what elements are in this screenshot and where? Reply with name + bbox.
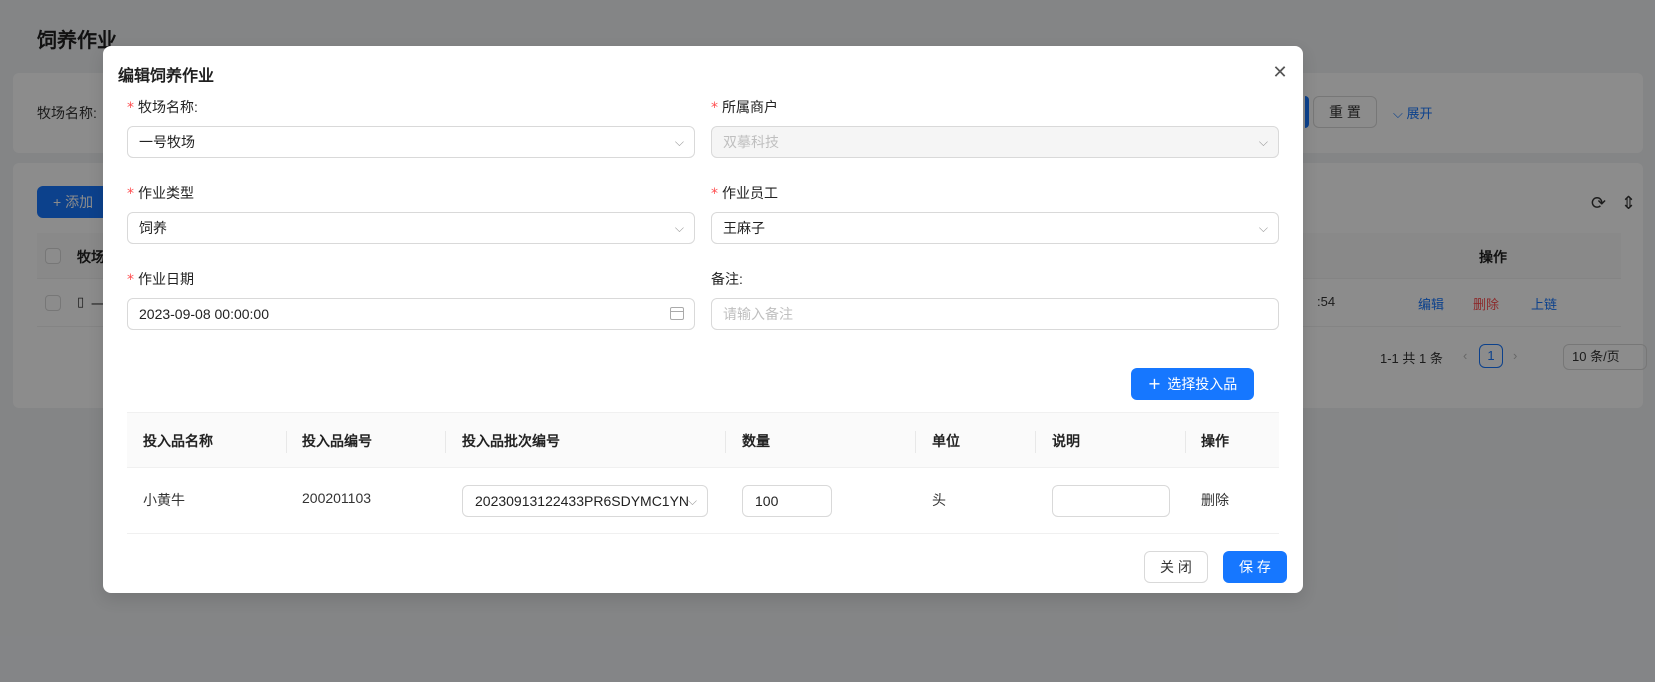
farm-name-field: * 牧场名称: 一号牧场 ⌵ xyxy=(127,96,695,158)
row-delete-link[interactable]: 删除 xyxy=(1201,490,1229,510)
table-row: 小黄牛 200201103 20230913122433PR6SDYMC1YN … xyxy=(127,468,1279,534)
work-type-field: * 作业类型 饲养 ⌵ xyxy=(127,182,695,244)
remark-label: 备注: xyxy=(711,271,743,287)
chevron-down-icon: ⌵ xyxy=(1258,221,1268,235)
batch-select[interactable]: 20230913122433PR6SDYMC1YN ⌵ xyxy=(462,485,708,517)
chevron-down-icon: ⌵ xyxy=(674,135,684,149)
select-inputs-button[interactable]: + 选择投入品 xyxy=(1131,368,1254,400)
worker-field: * 作业员工 王麻子 ⌵ xyxy=(711,182,1279,244)
col-quantity: 数量 xyxy=(742,433,770,449)
remark-placeholder: 请输入备注 xyxy=(723,306,793,322)
chevron-down-icon: ⌵ xyxy=(1258,135,1268,149)
worker-value: 王麻子 xyxy=(723,220,765,236)
input-code: 200201103 xyxy=(302,490,372,506)
remark-field: 备注: 请输入备注 xyxy=(711,268,1279,330)
chevron-down-icon: ⌵ xyxy=(674,221,684,235)
col-input-name: 投入品名称 xyxy=(143,433,213,449)
col-input-code: 投入品编号 xyxy=(302,433,372,449)
merchant-label: * 所属商户 xyxy=(711,99,778,116)
input-unit: 头 xyxy=(932,492,946,508)
close-icon[interactable]: ✕ xyxy=(1266,58,1294,86)
work-date-label: * 作业日期 xyxy=(127,271,194,288)
work-type-value: 饲养 xyxy=(139,220,167,236)
farm-name-label: * 牧场名称: xyxy=(127,99,198,116)
farm-name-value: 一号牧场 xyxy=(139,134,195,150)
work-type-label: * 作业类型 xyxy=(127,185,194,202)
quantity-input[interactable]: 100 xyxy=(742,485,832,517)
chevron-down-icon: ⌵ xyxy=(687,494,697,508)
select-inputs-label: 选择投入品 xyxy=(1167,376,1238,392)
col-note: 说明 xyxy=(1052,433,1080,449)
save-button[interactable]: 保 存 xyxy=(1223,551,1287,583)
work-date-picker[interactable]: 2023-09-08 00:00:00 xyxy=(127,298,695,330)
note-input[interactable] xyxy=(1052,485,1170,517)
inputs-table-header: 投入品名称 投入品编号 投入品批次编号 数量 单位 说明 操作 xyxy=(127,412,1279,468)
farm-name-select[interactable]: 一号牧场 ⌵ xyxy=(127,126,695,158)
calendar-icon xyxy=(670,307,684,320)
work-date-field: * 作业日期 2023-09-08 00:00:00 xyxy=(127,268,695,330)
col-actions: 操作 xyxy=(1201,433,1229,449)
edit-feeding-modal: 编辑饲养作业 ✕ * 牧场名称: 一号牧场 ⌵ * 所属商户 双摹科技 ⌵ * 作业类… xyxy=(103,46,1303,593)
col-batch-code: 投入品批次编号 xyxy=(462,433,560,449)
merchant-field: * 所属商户 双摹科技 ⌵ xyxy=(711,96,1279,158)
work-date-value: 2023-09-08 00:00:00 xyxy=(139,306,269,322)
worker-select[interactable]: 王麻子 ⌵ xyxy=(711,212,1279,244)
batch-value: 20230913122433PR6SDYMC1YN xyxy=(475,493,690,509)
input-name: 小黄牛 xyxy=(143,492,185,508)
worker-label: * 作业员工 xyxy=(711,185,778,202)
work-type-select[interactable]: 饲养 ⌵ xyxy=(127,212,695,244)
inputs-table: 投入品名称 投入品编号 投入品批次编号 数量 单位 说明 操作 小黄牛 2002… xyxy=(127,412,1279,534)
col-unit: 单位 xyxy=(932,433,960,449)
close-button[interactable]: 关 闭 xyxy=(1144,551,1208,583)
merchant-value: 双摹科技 xyxy=(723,134,779,150)
plus-icon: + xyxy=(1147,374,1162,393)
merchant-select: 双摹科技 ⌵ xyxy=(711,126,1279,158)
modal-title: 编辑饲养作业 xyxy=(118,68,215,85)
remark-input[interactable]: 请输入备注 xyxy=(711,298,1279,330)
